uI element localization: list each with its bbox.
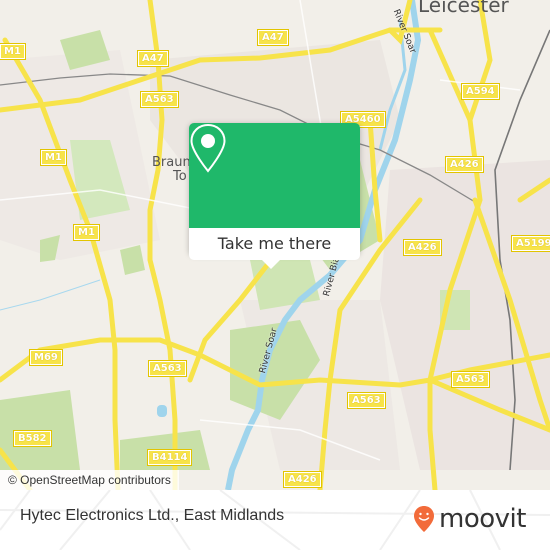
road-label-a563: A563 [140, 91, 179, 108]
road-label-a426: A426 [403, 239, 442, 256]
popup-arrow [262, 260, 280, 269]
road-label-a5199: A5199 [511, 235, 550, 252]
location-popup: Take me there [189, 123, 360, 269]
road-label-a47: A47 [257, 29, 289, 46]
footer-bar: Hytec Electronics Ltd., East Midlands mo… [0, 490, 550, 550]
map-attribution[interactable]: © OpenStreetMap contributors [0, 470, 179, 490]
moovit-logo[interactable]: moovit [413, 502, 526, 536]
popup-header [189, 123, 360, 228]
road-label-b4114: B4114 [146, 449, 193, 466]
road-label-b582: B582 [13, 430, 52, 447]
road-label-m1: M1 [73, 224, 100, 241]
map-view[interactable]: Leicester Braun To M1 A47 A47 A563 A5460… [0, 0, 550, 490]
road-label-m1: M1 [0, 43, 26, 60]
road-label-a47: A47 [137, 50, 169, 67]
road-label-a563: A563 [347, 392, 386, 409]
road-label-a426: A426 [445, 156, 484, 173]
road-label-a563: A563 [451, 371, 490, 388]
road-label-a426: A426 [283, 471, 322, 488]
road-label-a563: A563 [148, 360, 187, 377]
location-title: Hytec Electronics Ltd., East Midlands [20, 507, 285, 524]
moovit-pin-icon [414, 506, 434, 532]
city-label-leicester: Leicester [418, 0, 509, 17]
place-label-braunstone-1: Braun [152, 155, 191, 170]
take-me-there-button[interactable]: Take me there [189, 228, 360, 260]
road-label-a594: A594 [461, 83, 500, 100]
moovit-logo-text: moovit [439, 504, 526, 534]
road-label-m69: M69 [29, 349, 63, 366]
map-pin-icon [190, 123, 226, 173]
road-label-m1: M1 [40, 149, 67, 166]
place-label-braunstone-2: To [173, 169, 187, 184]
